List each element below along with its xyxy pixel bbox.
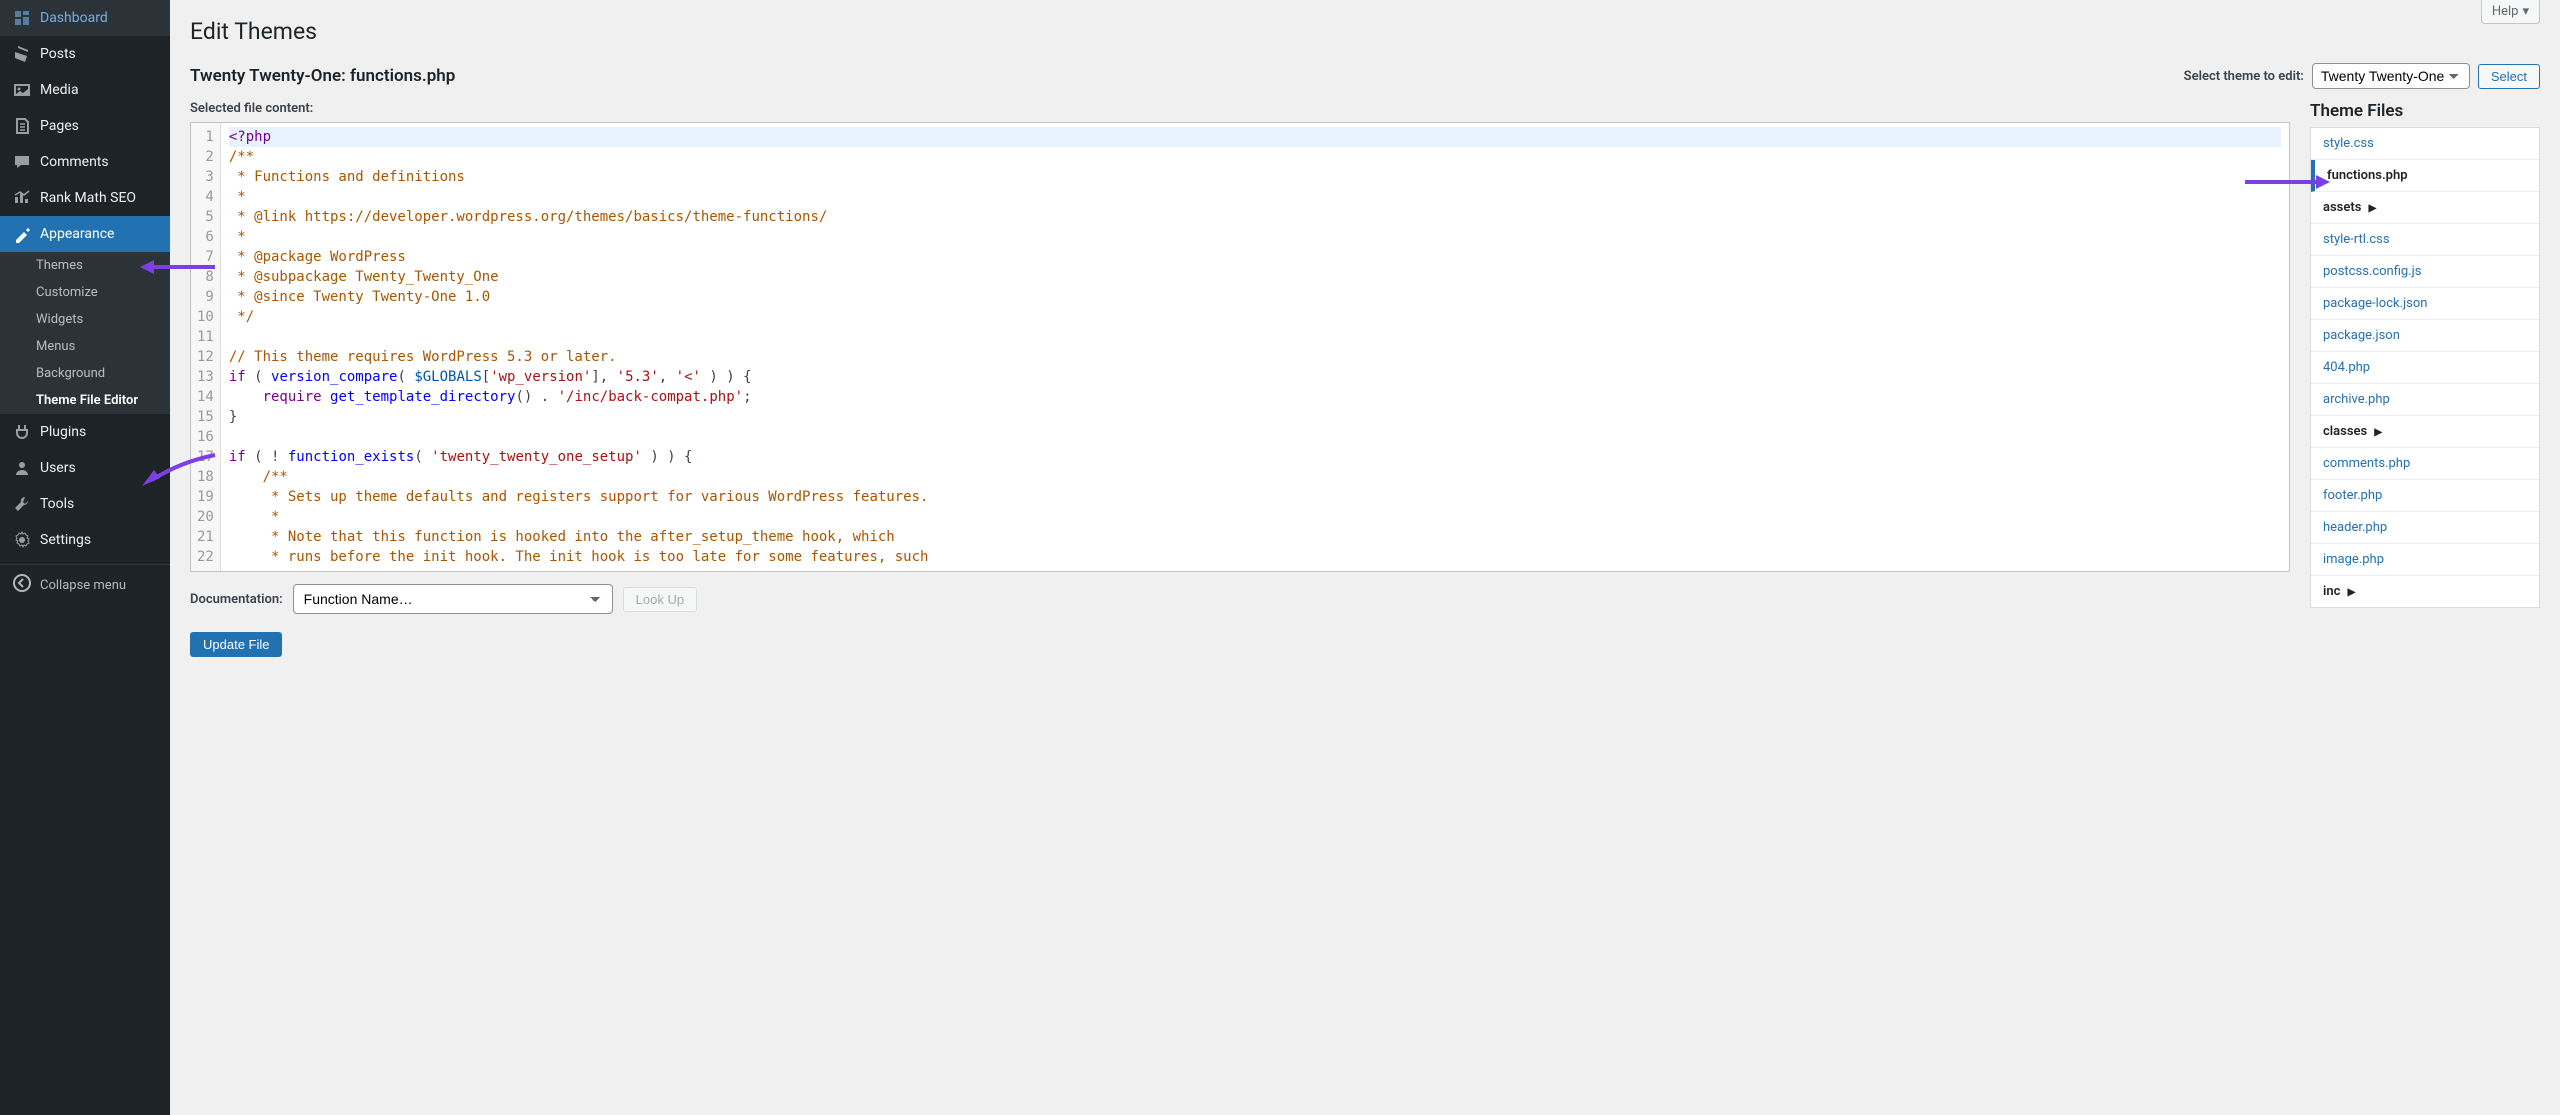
menu-plugins[interactable]: Plugins — [0, 414, 170, 450]
admin-sidebar: Dashboard Posts Media Pages Comments Rank Mat… — [0, 0, 170, 1115]
chevron-right-icon: ▶ — [2369, 203, 2377, 214]
menu-tools[interactable]: Tools — [0, 486, 170, 522]
file-postcss-config-js[interactable]: postcss.config.js — [2311, 256, 2539, 288]
submenu-background[interactable]: Background — [0, 360, 170, 387]
submenu-menus[interactable]: Menus — [0, 333, 170, 360]
menu-label: Posts — [40, 46, 76, 62]
settings-icon — [12, 530, 32, 550]
file-404-php[interactable]: 404.php — [2311, 352, 2539, 384]
file-archive-php[interactable]: archive.php — [2311, 384, 2539, 416]
menu-rankmath[interactable]: Rank Math SEO — [0, 180, 170, 216]
media-icon — [12, 80, 32, 100]
menu-posts[interactable]: Posts — [0, 36, 170, 72]
code-editor[interactable]: 12345678910111213141516171819202122 <?ph… — [190, 122, 2290, 572]
file-style-css[interactable]: style.css — [2311, 128, 2539, 160]
users-icon — [12, 458, 32, 478]
submenu-widgets[interactable]: Widgets — [0, 306, 170, 333]
chevron-right-icon: ▶ — [2374, 427, 2382, 438]
page-title: Edit Themes — [190, 18, 2540, 45]
code-lines[interactable]: <?php/** * Functions and definitions * *… — [221, 123, 2289, 571]
submenu-themes[interactable]: Themes — [0, 252, 170, 279]
file-header-php[interactable]: header.php — [2311, 512, 2539, 544]
menu-label: Rank Math SEO — [40, 190, 136, 206]
menu-label: Users — [40, 460, 76, 476]
file-functions-php[interactable]: functions.php — [2311, 160, 2539, 192]
submenu-customize[interactable]: Customize — [0, 279, 170, 306]
selected-file-label: Selected file content: — [190, 101, 2290, 116]
menu-label: Appearance — [40, 226, 114, 242]
menu-label: Dashboard — [40, 10, 108, 26]
posts-icon — [12, 44, 32, 64]
collapse-menu[interactable]: Collapse menu — [0, 564, 170, 605]
appearance-icon — [12, 224, 32, 244]
menu-users[interactable]: Users — [0, 450, 170, 486]
menu-pages[interactable]: Pages — [0, 108, 170, 144]
chevron-down-icon: ▾ — [2522, 4, 2529, 19]
menu-settings[interactable]: Settings — [0, 522, 170, 558]
submenu-theme-file-editor[interactable]: Theme File Editor — [0, 387, 170, 414]
main-content: Help ▾ Edit Themes Twenty Twenty-One: fu… — [170, 0, 2560, 1115]
select-button[interactable]: Select — [2478, 64, 2540, 89]
documentation-label: Documentation: — [190, 592, 283, 607]
line-gutter: 12345678910111213141516171819202122 — [191, 123, 221, 571]
menu-label: Comments — [40, 154, 109, 170]
pages-icon — [12, 116, 32, 136]
help-tab[interactable]: Help ▾ — [2481, 0, 2540, 24]
file-footer-php[interactable]: footer.php — [2311, 480, 2539, 512]
file-package-lock-json[interactable]: package-lock.json — [2311, 288, 2539, 320]
file-inc[interactable]: inc ▶ — [2311, 576, 2539, 607]
comments-icon — [12, 152, 32, 172]
theme-files-list: style.cssfunctions.phpassets ▶style-rtl.… — [2310, 127, 2540, 608]
lookup-button[interactable]: Look Up — [623, 587, 697, 612]
menu-label: Media — [40, 82, 79, 98]
collapse-label: Collapse menu — [40, 578, 126, 593]
tools-icon — [12, 494, 32, 514]
menu-comments[interactable]: Comments — [0, 144, 170, 180]
collapse-icon — [12, 573, 32, 597]
theme-files-title: Theme Files — [2310, 101, 2540, 121]
rankmath-icon — [12, 188, 32, 208]
menu-label: Tools — [40, 496, 74, 512]
update-file-button[interactable]: Update File — [190, 632, 282, 657]
file-style-rtl-css[interactable]: style-rtl.css — [2311, 224, 2539, 256]
plugins-icon — [12, 422, 32, 442]
menu-label: Plugins — [40, 424, 86, 440]
theme-select[interactable]: Twenty Twenty-One — [2312, 63, 2470, 89]
chevron-right-icon: ▶ — [2348, 587, 2356, 598]
file-package-json[interactable]: package.json — [2311, 320, 2539, 352]
file-classes[interactable]: classes ▶ — [2311, 416, 2539, 448]
menu-label: Pages — [40, 118, 79, 134]
documentation-select[interactable]: Function Name… — [293, 584, 613, 614]
dashboard-icon — [12, 8, 32, 28]
menu-dashboard[interactable]: Dashboard — [0, 0, 170, 36]
file-subtitle: Twenty Twenty-One: functions.php — [190, 66, 455, 86]
menu-label: Settings — [40, 532, 91, 548]
file-comments-php[interactable]: comments.php — [2311, 448, 2539, 480]
file-assets[interactable]: assets ▶ — [2311, 192, 2539, 224]
menu-appearance[interactable]: Appearance — [0, 216, 170, 252]
select-theme-label: Select theme to edit: — [2184, 69, 2304, 84]
file-image-php[interactable]: image.php — [2311, 544, 2539, 576]
menu-media[interactable]: Media — [0, 72, 170, 108]
